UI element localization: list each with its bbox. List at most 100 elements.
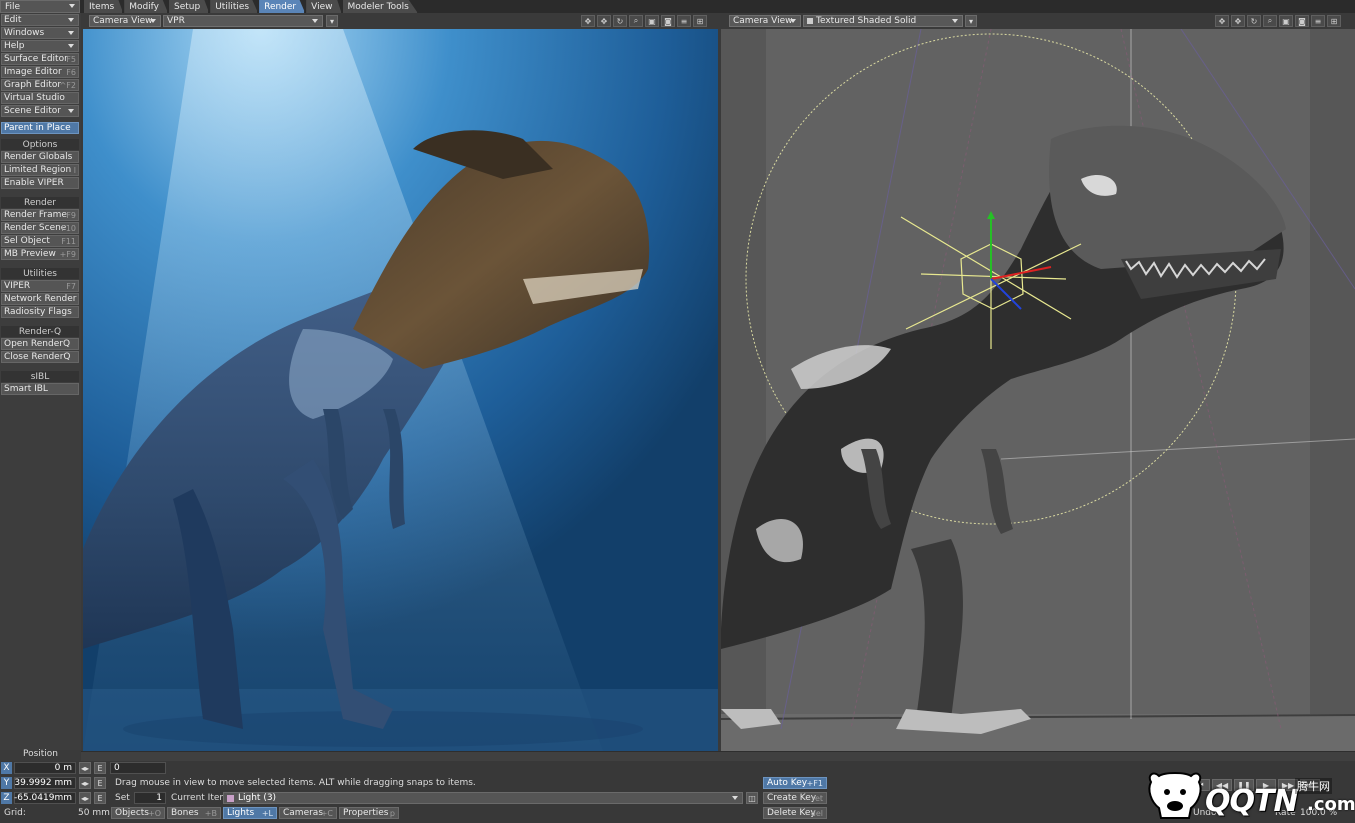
chevron-down-icon bbox=[732, 796, 738, 800]
rotate-view-icon[interactable]: ↻ bbox=[613, 15, 627, 27]
bones-button[interactable]: Bones +B bbox=[167, 807, 221, 819]
current-item-value: Light (3) bbox=[238, 793, 277, 803]
render-scene-button[interactable]: Render Scene F10 bbox=[1, 222, 79, 234]
graph-editor-button[interactable]: Graph Editor ^F2 bbox=[1, 79, 79, 91]
item-properties-icon[interactable]: ◫ bbox=[746, 792, 758, 804]
render-mode-select[interactable]: VPR bbox=[163, 15, 323, 27]
viper-button[interactable]: VIPER F7 bbox=[1, 280, 79, 292]
y-axis-toggle[interactable]: Y bbox=[1, 777, 12, 789]
properties-button[interactable]: Properties p bbox=[339, 807, 399, 819]
limited-region-button[interactable]: Limited Region l bbox=[1, 164, 79, 176]
x-position-field[interactable]: 0 m bbox=[14, 762, 76, 774]
file-menu[interactable]: File bbox=[0, 0, 80, 13]
envelope-e-button[interactable]: E bbox=[94, 762, 106, 774]
tab-label: Setup bbox=[174, 1, 201, 12]
button-label: Render Frame bbox=[4, 210, 67, 220]
image-editor-button[interactable]: Image Editor F6 bbox=[1, 66, 79, 78]
lights-button[interactable]: Lights +L bbox=[223, 807, 277, 819]
camera-icon[interactable]: ◙ bbox=[661, 15, 675, 27]
button-label: Enable VIPER bbox=[4, 178, 64, 188]
help-button[interactable]: Help bbox=[1, 40, 79, 52]
start-frame-field[interactable]: 0 bbox=[110, 762, 166, 774]
objects-button[interactable]: Objects +O bbox=[111, 807, 165, 819]
move-view-icon[interactable]: ✥ bbox=[1215, 15, 1229, 27]
auto-key-button[interactable]: Auto Key +F1 bbox=[763, 777, 827, 789]
button-label: Radiosity Flags bbox=[4, 307, 72, 317]
zoom-view-icon[interactable]: ⌕ bbox=[1263, 15, 1277, 27]
view-type-label: Camera View bbox=[733, 16, 793, 26]
y-position-field[interactable]: 39.9992 mm bbox=[14, 777, 76, 789]
set-value: 1 bbox=[156, 793, 162, 803]
smart-ibl-button[interactable]: Smart IBL bbox=[1, 383, 79, 395]
list-icon[interactable]: ≡ bbox=[677, 15, 691, 27]
shaded-camera-viewport[interactable] bbox=[721, 29, 1355, 751]
pan-view-icon[interactable]: ✥ bbox=[1231, 15, 1245, 27]
x-axis-toggle[interactable]: X bbox=[1, 762, 12, 774]
link-icon[interactable]: ◂▸ bbox=[79, 777, 91, 789]
render-frame-button[interactable]: Render Frame F9 bbox=[1, 209, 79, 221]
move-view-icon[interactable]: ✥ bbox=[581, 15, 595, 27]
right-viewport-header: Camera View Textured Shaded Solid ▾ ✥ ✥ … bbox=[721, 14, 1355, 29]
maximize-icon[interactable]: ⊞ bbox=[1327, 15, 1341, 27]
zoom-view-icon[interactable]: ⌕ bbox=[629, 15, 643, 27]
envelope-e-button[interactable]: E bbox=[94, 777, 106, 789]
create-key-label: Create Key bbox=[767, 793, 817, 803]
pan-view-icon[interactable]: ✥ bbox=[597, 15, 611, 27]
create-key-button[interactable]: Create Key ret bbox=[763, 792, 827, 804]
tab-utilities[interactable]: Utilities bbox=[210, 0, 259, 13]
current-item-select[interactable]: Light (3) bbox=[223, 792, 743, 804]
envelope-e-button[interactable]: E bbox=[94, 792, 106, 804]
sel-object-button[interactable]: Sel Object F11 bbox=[1, 235, 79, 247]
close-renderq-button[interactable]: Close RenderQ bbox=[1, 351, 79, 363]
camera-icon[interactable]: ◙ bbox=[1295, 15, 1309, 27]
chevron-down-icon bbox=[312, 19, 318, 23]
view-type-select[interactable]: Camera View bbox=[729, 15, 801, 27]
view-type-select[interactable]: Camera View bbox=[89, 15, 161, 27]
z-axis-toggle[interactable]: Z bbox=[1, 792, 12, 804]
vpr-render-viewport[interactable] bbox=[83, 29, 718, 751]
link-icon[interactable]: ◂▸ bbox=[79, 792, 91, 804]
scene-editor-button[interactable]: Scene Editor bbox=[1, 105, 79, 117]
fit-view-icon[interactable]: ▣ bbox=[1279, 15, 1293, 27]
tab-label: Items bbox=[89, 1, 115, 12]
shortcut-key: +F9 bbox=[59, 249, 76, 259]
delete-key-button[interactable]: Delete Key del bbox=[763, 807, 827, 819]
render-globals-button[interactable]: Render Globals bbox=[1, 151, 79, 163]
section-header: Utilities bbox=[1, 268, 79, 279]
render-mode-select[interactable]: Textured Shaded Solid bbox=[803, 15, 963, 27]
current-item-label: Current Item bbox=[171, 793, 229, 803]
tab-items[interactable]: Items bbox=[84, 0, 124, 13]
y-position-value: 39.9992 mm bbox=[14, 778, 72, 788]
list-icon[interactable]: ≡ bbox=[1311, 15, 1325, 27]
enable-viper-button[interactable]: Enable VIPER bbox=[1, 177, 79, 189]
tab-render[interactable]: Render bbox=[259, 0, 306, 13]
set-field[interactable]: 1 bbox=[134, 792, 166, 804]
chevron-down-icon[interactable]: ▾ bbox=[965, 15, 977, 27]
tab-modify[interactable]: Modify bbox=[124, 0, 169, 13]
tab-setup[interactable]: Setup bbox=[169, 0, 210, 13]
chevron-down-icon bbox=[68, 18, 74, 22]
z-position-field[interactable]: -65.0419mm bbox=[14, 792, 76, 804]
tab-view[interactable]: View bbox=[306, 0, 342, 13]
parent-in-place-button[interactable]: Parent in Place bbox=[1, 122, 79, 134]
x-axis-label: X bbox=[3, 763, 10, 773]
section-header: Options bbox=[1, 139, 79, 150]
radiosity-flags-button[interactable]: Radiosity Flags bbox=[1, 306, 79, 318]
mb-preview-button[interactable]: MB Preview +F9 bbox=[1, 248, 79, 260]
button-label: MB Preview bbox=[4, 249, 56, 259]
fit-view-icon[interactable]: ▣ bbox=[645, 15, 659, 27]
link-icon[interactable]: ◂▸ bbox=[79, 762, 91, 774]
light-item-icon bbox=[227, 794, 234, 802]
network-render-button[interactable]: Network Render bbox=[1, 293, 79, 305]
virtual-studio-button[interactable]: Virtual Studio bbox=[1, 92, 79, 104]
open-renderq-button[interactable]: Open RenderQ bbox=[1, 338, 79, 350]
cameras-button[interactable]: Cameras +C bbox=[279, 807, 337, 819]
chevron-down-icon[interactable]: ▾ bbox=[326, 15, 338, 27]
tab-modeler-tools[interactable]: Modeler Tools bbox=[342, 0, 418, 13]
rotate-view-icon[interactable]: ↻ bbox=[1247, 15, 1261, 27]
envelope-label: E bbox=[97, 763, 103, 773]
edit-button[interactable]: Edit bbox=[1, 14, 79, 26]
windows-button[interactable]: Windows bbox=[1, 27, 79, 39]
maximize-icon[interactable]: ⊞ bbox=[693, 15, 707, 27]
surface-editor-button[interactable]: Surface Editor F5 bbox=[1, 53, 79, 65]
